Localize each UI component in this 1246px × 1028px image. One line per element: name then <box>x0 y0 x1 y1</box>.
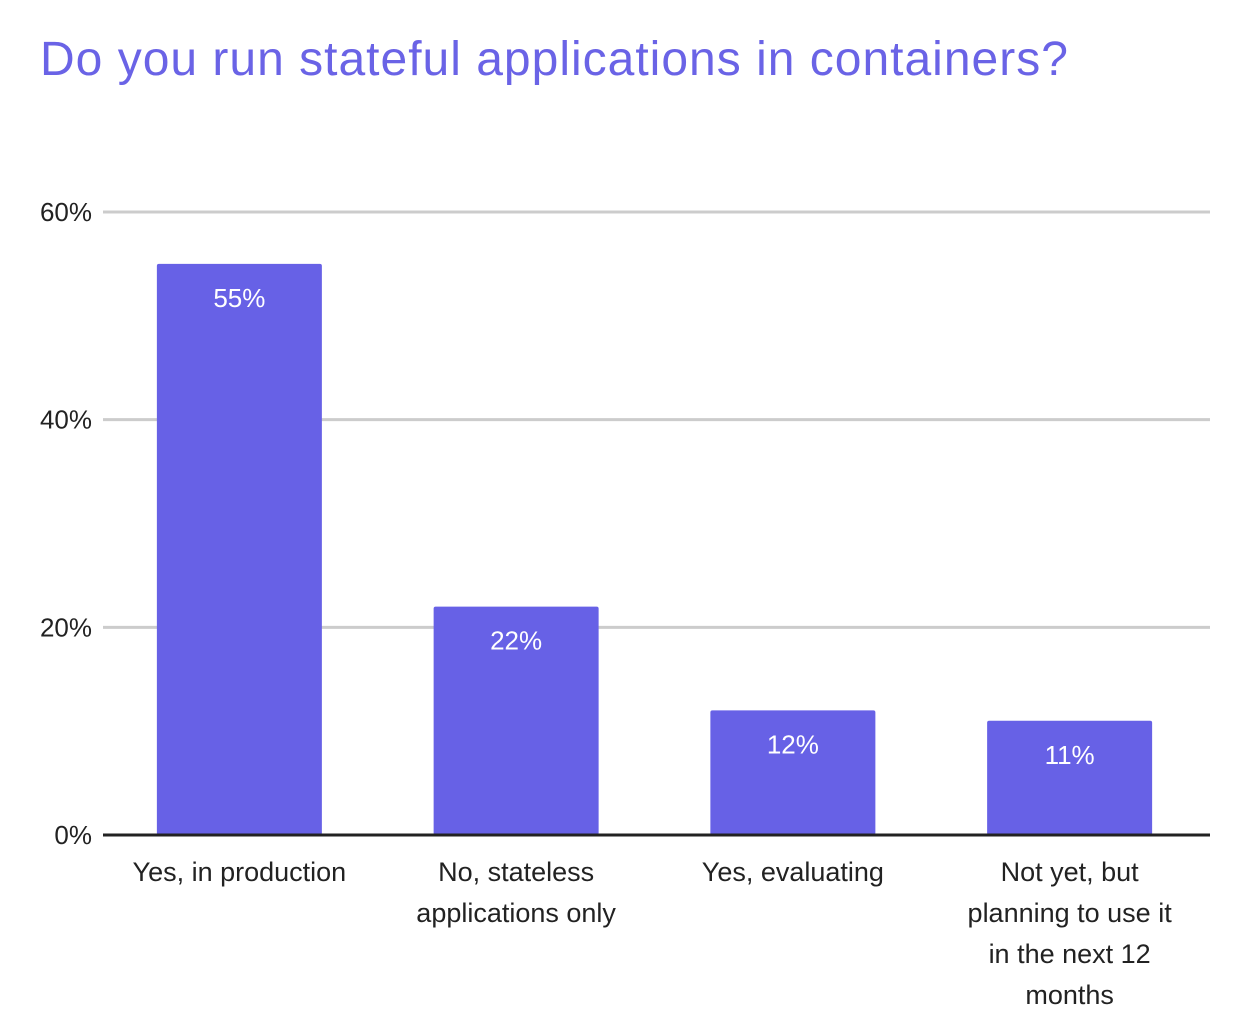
y-tick-label: 60% <box>40 197 92 227</box>
category-label-line: in the next 12 <box>989 939 1151 969</box>
y-axis-tick-labels: 0% 20% 40% 60% <box>40 197 92 850</box>
category-label: No, stateless applications only <box>416 857 616 928</box>
bar <box>987 720 1153 835</box>
category-label-line: Yes, evaluating <box>702 857 884 887</box>
category-label: Yes, evaluating <box>702 857 884 887</box>
y-tick-label: 40% <box>40 405 92 435</box>
data-label: 11% <box>1045 740 1095 770</box>
category-label-line: planning to use it <box>968 898 1173 928</box>
data-label: 22% <box>490 626 542 656</box>
category-label: Yes, in production <box>133 857 347 887</box>
y-tick-label: 20% <box>40 612 92 642</box>
data-label: 55% <box>213 283 265 313</box>
category-label: Not yet, but planning to use it in the nex… <box>968 857 1173 1010</box>
category-label-line: months <box>1025 980 1114 1010</box>
bar <box>156 263 322 836</box>
category-label-line: No, stateless <box>438 857 594 887</box>
x-axis-category-labels: Yes, in production No, stateless applicati… <box>133 857 1173 1010</box>
bars: 55% 22% 12% 11% <box>156 263 1153 836</box>
data-label: 12% <box>767 729 819 759</box>
category-label-line: Not yet, but <box>1001 857 1140 887</box>
y-tick-label: 0% <box>54 820 92 850</box>
category-label-line: Yes, in production <box>133 857 347 887</box>
category-label-line: applications only <box>416 898 616 928</box>
bar-chart: 0% 20% 40% 60% 55% 22% 12% 11% Yes, in product… <box>40 197 1210 1010</box>
